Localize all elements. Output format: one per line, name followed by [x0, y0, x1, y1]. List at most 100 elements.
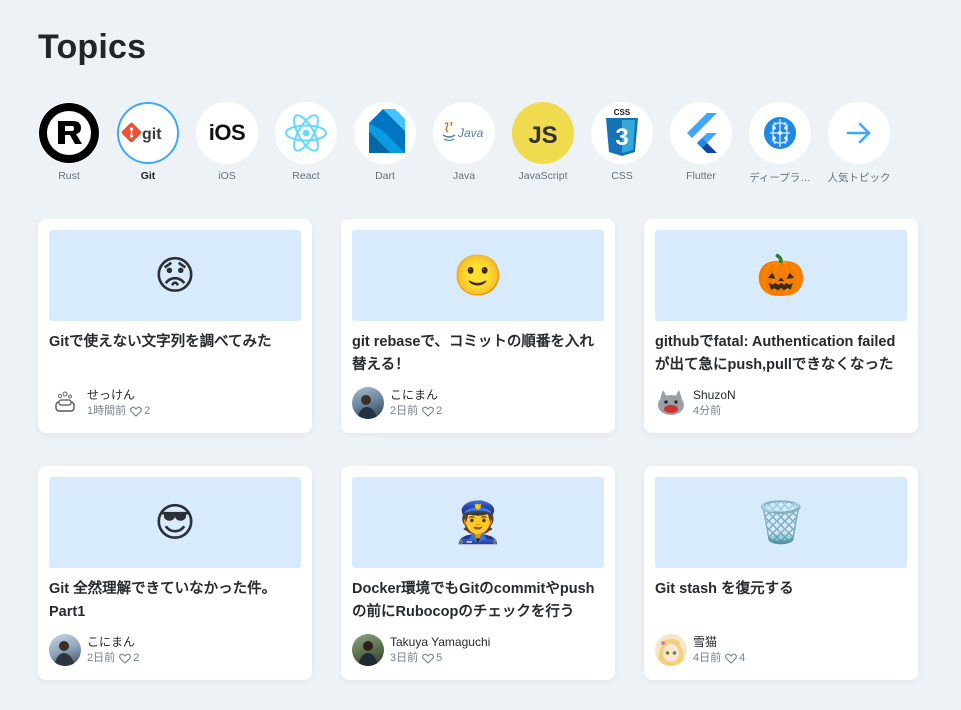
article-emoji: 🗑️	[756, 501, 806, 545]
topic-label: 人気トピック	[827, 172, 891, 184]
article-card[interactable]: 🎃 githubでfatal: Authentication failedが出て…	[644, 219, 918, 433]
like-count: 4	[739, 652, 746, 664]
published-time: 3日前	[390, 652, 419, 664]
article-title[interactable]: Git stash を復元する	[655, 578, 905, 601]
topic-label: iOS	[218, 170, 236, 182]
topic-deep-learning[interactable]: ディープラ…	[749, 102, 811, 185]
author-name[interactable]: こにまん	[390, 387, 442, 403]
article-card[interactable]: 🗑️ Git stash を復元する 雪猫 4日前 4	[644, 466, 918, 680]
java-icon: Java	[433, 102, 495, 164]
topic-label: Dart	[375, 170, 395, 182]
article-title[interactable]: git rebaseで、コミットの順番を入れ替える！	[352, 331, 602, 377]
article-thumbnail: 😟	[49, 230, 301, 321]
like-count: 2	[133, 652, 140, 664]
react-icon	[275, 102, 337, 164]
author-name[interactable]: 雪猫	[693, 634, 745, 650]
article-thumbnail: 😎	[49, 477, 301, 568]
javascript-icon: JS	[512, 102, 574, 164]
topic-label: ディープラ…	[749, 172, 811, 184]
cat-avatar[interactable]	[655, 387, 687, 419]
arrow-right-icon	[828, 102, 890, 164]
photo-avatar[interactable]	[352, 634, 384, 666]
author-name[interactable]: Takuya Yamaguchi	[390, 634, 490, 650]
topics-page: Topics Rust git Git iOS iOS React Dart J…	[0, 0, 961, 710]
article-emoji: 😎	[154, 500, 196, 545]
flutter-icon	[670, 102, 732, 164]
ios-logo-text: iOS	[208, 120, 246, 145]
topic-label: Java	[452, 170, 476, 182]
author-name[interactable]: ShuzoN	[693, 387, 736, 403]
article-emoji: 😟	[154, 253, 196, 298]
author-name[interactable]: せっけん	[87, 387, 150, 403]
heart-icon	[119, 653, 132, 664]
article-card[interactable]: 👮 Docker環境でもGitのcommitやpushの前にRubocopのチェ…	[341, 466, 615, 680]
java-logo-text: Java	[457, 126, 484, 140]
rust-icon	[38, 102, 100, 164]
article-emoji: 🎃	[756, 254, 806, 298]
article-author: 雪猫 4日前 4	[655, 634, 745, 666]
topic-git[interactable]: git Git	[117, 102, 179, 185]
article-grid: 😟 Gitで使えない文字列を調べてみた せっけん 1時間前 2 🙂 git re…	[38, 219, 918, 680]
article-thumbnail: 🗑️	[655, 477, 907, 568]
article-author: せっけん 1時間前 2	[49, 387, 150, 419]
like-count: 2	[436, 405, 443, 417]
article-title[interactable]: Docker環境でもGitのcommitやpushの前にRubocopのチェック…	[352, 578, 602, 624]
like-count: 2	[144, 405, 151, 417]
article-thumbnail: 🙂	[352, 230, 604, 321]
like-count: 5	[436, 652, 443, 664]
article-card[interactable]: 😎 Git 全然理解できていなかった件。Part1 こにまん 2日前 2	[38, 466, 312, 680]
topic-dart[interactable]: Dart	[354, 102, 416, 185]
article-title[interactable]: Git 全然理解できていなかった件。Part1	[49, 578, 299, 624]
published-time: 4分前	[693, 405, 722, 417]
heart-icon	[422, 653, 435, 664]
topic-ios[interactable]: iOS iOS	[196, 102, 258, 185]
published-time: 2日前	[390, 405, 419, 417]
article-title[interactable]: githubでfatal: Authentication failedが出て急に…	[655, 331, 905, 377]
article-author: Takuya Yamaguchi 3日前 5	[352, 634, 490, 666]
article-emoji: 🙂	[453, 254, 503, 298]
css-logo-text: CSS	[614, 108, 631, 117]
git-icon: git	[117, 102, 179, 164]
javascript-logo-text: JS	[528, 122, 558, 149]
article-title[interactable]: Gitで使えない文字列を調べてみた	[49, 331, 299, 354]
topic-java[interactable]: Java Java	[433, 102, 495, 185]
git-logo-text: git	[142, 126, 162, 143]
brain-icon	[749, 102, 811, 164]
author-name[interactable]: こにまん	[87, 634, 139, 650]
published-time: 4日前	[693, 652, 722, 664]
article-card[interactable]: 🙂 git rebaseで、コミットの順番を入れ替える！ こにまん 2日前 2	[341, 219, 615, 433]
topic-label: Git	[140, 170, 156, 182]
article-author: ShuzoN 4分前	[655, 387, 736, 419]
page-title: Topics	[38, 28, 147, 66]
topic-label: JavaScript	[518, 170, 568, 182]
topic-react[interactable]: React	[275, 102, 337, 185]
article-author: こにまん 2日前 2	[352, 387, 442, 419]
dart-icon	[354, 102, 416, 164]
topic-css[interactable]: CSS 3 CSS	[591, 102, 653, 185]
photo-avatar[interactable]	[352, 387, 384, 419]
topic-label: CSS	[611, 170, 633, 182]
article-thumbnail: 👮	[352, 477, 604, 568]
anime-avatar[interactable]	[655, 634, 687, 666]
topic-label: Rust	[58, 170, 80, 182]
topic-list: Rust git Git iOS iOS React Dart Java Jav…	[38, 102, 891, 185]
topic-javascript[interactable]: JS JavaScript	[512, 102, 574, 185]
heart-icon	[422, 406, 435, 417]
soap-avatar[interactable]	[49, 387, 81, 419]
topic-flutter[interactable]: Flutter	[670, 102, 732, 185]
topic-rust[interactable]: Rust	[38, 102, 100, 185]
article-author: こにまん 2日前 2	[49, 634, 139, 666]
article-thumbnail: 🎃	[655, 230, 907, 321]
photo-avatar[interactable]	[49, 634, 81, 666]
published-time: 2日前	[87, 652, 116, 664]
heart-icon	[725, 653, 738, 664]
topic-popular[interactable]: 人気トピック	[827, 102, 891, 185]
article-card[interactable]: 😟 Gitで使えない文字列を調べてみた せっけん 1時間前 2	[38, 219, 312, 433]
published-time: 1時間前	[87, 405, 127, 417]
css3-icon: CSS 3	[591, 102, 653, 164]
article-emoji: 👮	[453, 501, 503, 545]
topic-label: Flutter	[686, 170, 716, 182]
topic-label: React	[292, 170, 320, 182]
heart-icon	[130, 406, 143, 417]
css-logo-number: 3	[615, 124, 628, 151]
